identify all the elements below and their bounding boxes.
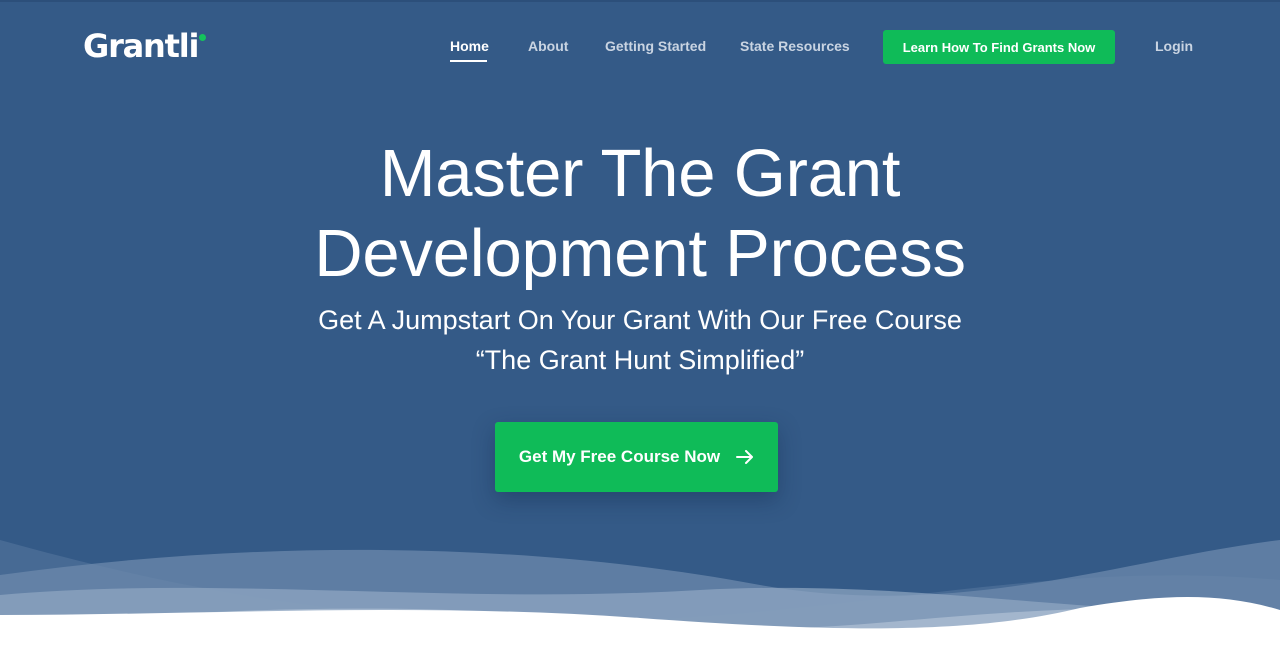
find-grants-button[interactable]: Learn How To Find Grants Now — [883, 30, 1115, 64]
headline-line-1: Master The Grant — [379, 136, 901, 211]
logo[interactable]: Grantli — [83, 26, 199, 66]
hero-headline: Master The Grant Development Process — [0, 134, 1280, 294]
nav-getting-started[interactable]: Getting Started — [605, 38, 706, 54]
hero-subheadline: Get A Jumpstart On Your Grant With Our F… — [0, 300, 1280, 380]
login-link[interactable]: Login — [1155, 38, 1193, 54]
decorative-waves — [0, 540, 1280, 667]
nav-state-resources[interactable]: State Resources — [740, 38, 850, 54]
arrow-right-icon — [736, 450, 754, 464]
nav-home[interactable]: Home — [450, 38, 489, 54]
site-header: Grantli Home About Getting Started State… — [0, 0, 1280, 92]
get-free-course-button[interactable]: Get My Free Course Now — [495, 422, 778, 492]
subhead-line-1: Get A Jumpstart On Your Grant With Our F… — [318, 305, 962, 335]
logo-text: Grantli — [83, 27, 199, 65]
hero-section: Grantli Home About Getting Started State… — [0, 0, 1280, 667]
nav-active-indicator — [450, 60, 487, 62]
get-free-course-label: Get My Free Course Now — [518, 447, 721, 466]
subhead-line-2: “The Grant Hunt Simplified” — [475, 345, 805, 375]
nav-about[interactable]: About — [528, 38, 568, 54]
headline-line-2: Development Process — [314, 216, 966, 291]
logo-accent-dot — [199, 34, 206, 41]
